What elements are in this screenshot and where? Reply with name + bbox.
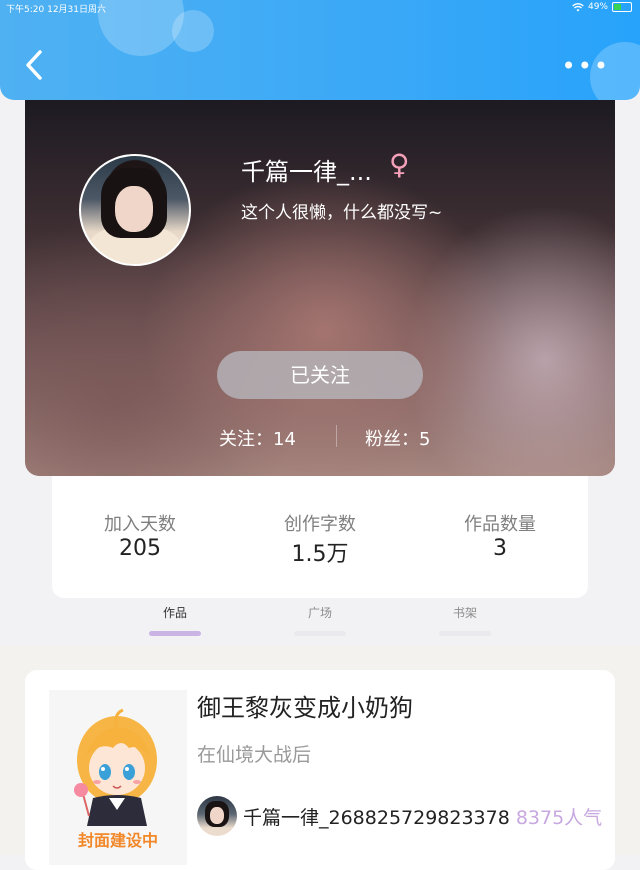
tab-square[interactable]: 广场	[290, 604, 350, 636]
tab-indicator	[294, 631, 346, 636]
author-avatar[interactable]	[197, 796, 237, 836]
tab-label: 作品	[162, 606, 187, 620]
status-time: 下午5:20	[6, 5, 45, 15]
decor-bubble	[172, 10, 214, 52]
work-cover[interactable]: 封面建设中	[49, 690, 187, 865]
work-card[interactable]: 封面建设中 御王黎灰变成小奶狗 在仙境大战后 千篇一律_268825729823…	[25, 670, 615, 870]
female-icon: ♀	[389, 148, 410, 181]
stat-join-days: 加入天数 205	[60, 510, 220, 561]
profile-card: 千篇一律_... ♀ 这个人很懒，什么都没写~ 已关注 关注：14 粉丝：5	[25, 100, 615, 476]
popularity-count: 8375人气	[515, 806, 603, 829]
stat-value: 205	[119, 536, 161, 561]
divider	[336, 425, 337, 447]
work-title[interactable]: 御王黎灰变成小奶狗	[197, 688, 413, 723]
work-author-row: 千篇一律_268825729823378 8375人气	[197, 796, 602, 836]
tab-bookshelf[interactable]: 书架	[435, 604, 495, 636]
follow-stats: 关注：14 粉丝：5	[25, 423, 615, 451]
user-name: 千篇一律_...	[241, 158, 372, 186]
following-count[interactable]: 关注：14	[219, 425, 296, 451]
stat-label: 作品数量	[464, 514, 536, 535]
tab-label: 广场	[307, 606, 332, 620]
more-dots-icon[interactable]: •••	[562, 54, 610, 78]
avatar-face	[115, 186, 153, 232]
header-bar: 下午5:20 12月31日周六 49% •••	[0, 0, 640, 100]
author-name: 千篇一律_268825729823378	[243, 806, 510, 829]
status-time-date: 下午5:20 12月31日周六	[6, 2, 106, 15]
tab-label: 书架	[452, 606, 477, 620]
fans-count[interactable]: 粉丝：5	[365, 425, 430, 451]
cover-placeholder-text: 封面建设中	[77, 831, 158, 850]
user-signature: 这个人很懒，什么都没写~	[241, 203, 443, 223]
cover-mascot-icon	[74, 708, 157, 826]
stat-label: 创作字数	[284, 514, 356, 535]
tab-works[interactable]: 作品	[145, 604, 205, 636]
battery-icon	[612, 2, 632, 12]
status-bar: 下午5:20 12月31日周六 49%	[0, 0, 640, 16]
followed-button[interactable]: 已关注	[217, 351, 423, 399]
stat-word-count: 创作字数 1.5万	[240, 510, 400, 568]
stat-value: 1.5万	[291, 542, 349, 567]
stat-label: 加入天数	[104, 514, 176, 535]
battery-percent: 49%	[587, 2, 608, 12]
tab-indicator	[439, 631, 491, 636]
wifi-icon	[572, 2, 584, 11]
avatar[interactable]	[79, 154, 191, 266]
tab-bar: 作品 广场 书架	[0, 598, 640, 646]
work-summary: 在仙境大战后	[197, 744, 312, 766]
stats-card: 加入天数 205 创作字数 1.5万 作品数量 3	[52, 476, 588, 598]
status-date: 12月31日周六	[47, 5, 106, 15]
stat-value: 3	[493, 536, 507, 561]
author-avatar-face	[210, 807, 224, 824]
chevron-left-icon[interactable]	[22, 48, 50, 82]
status-right: 49%	[572, 2, 632, 12]
stat-work-count: 作品数量 3	[420, 510, 580, 561]
tab-indicator	[149, 631, 201, 636]
